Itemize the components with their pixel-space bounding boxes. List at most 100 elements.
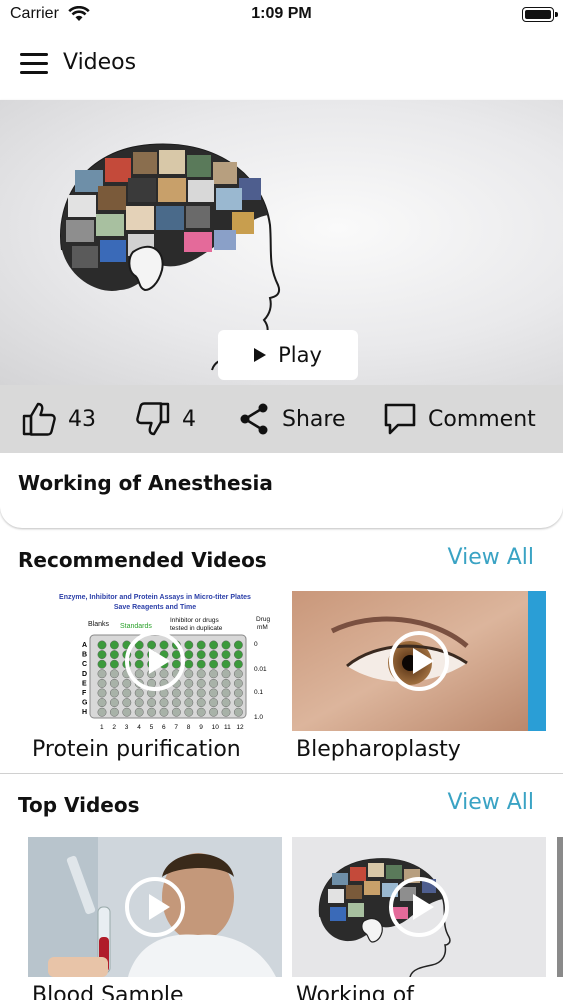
video-card-title: Blood Sample <box>32 983 184 1000</box>
plate-row-label: D <box>82 671 87 678</box>
svg-text:Inhibitor or drugs: Inhibitor or drugs <box>170 617 220 624</box>
video-card-blepharoplasty[interactable]: Blepharoplasty <box>292 591 546 762</box>
plate-well <box>109 698 119 708</box>
plate-well <box>159 707 169 717</box>
video-thumbnail: Enzyme, Inhibitor and Protein Assays in … <box>28 591 282 731</box>
plate-well <box>209 678 219 688</box>
plate-well <box>184 650 194 660</box>
plate-well <box>196 698 206 708</box>
plate-well <box>233 698 243 708</box>
plate-well <box>134 707 144 717</box>
plate-well <box>196 707 206 717</box>
comment-icon <box>384 403 416 435</box>
plate-row-label: G <box>82 700 88 707</box>
like-button[interactable]: 43 <box>22 385 96 453</box>
page-title: Videos <box>63 50 137 75</box>
plate-well <box>209 688 219 698</box>
plate-well <box>233 688 243 698</box>
video-card-title: Protein purification <box>32 737 241 762</box>
plate-well <box>97 659 107 669</box>
plate-well <box>184 669 194 679</box>
plate-row-label: A <box>82 642 87 649</box>
plate-well <box>221 650 231 660</box>
top-videos-view-all-link[interactable]: View All <box>448 790 534 815</box>
play-button[interactable]: Play <box>218 330 358 380</box>
video-thumbnail <box>292 591 546 731</box>
featured-video-title: Working of Anesthesia <box>18 471 273 495</box>
plate-row-label: E <box>82 680 87 687</box>
plate-well <box>184 678 194 688</box>
plate-concentration-label: 0.1 <box>254 689 263 696</box>
hamburger-menu-icon[interactable] <box>20 53 48 75</box>
dislike-button[interactable]: 4 <box>136 385 196 453</box>
plate-well <box>184 688 194 698</box>
recommended-section-header: Recommended Videos View All <box>0 545 563 588</box>
share-button[interactable]: Share <box>238 385 346 453</box>
video-card-working-of-anesthesia[interactable]: Working of <box>292 837 546 1000</box>
featured-video-thumbnail[interactable]: Play <box>0 100 563 385</box>
plate-col-label: 5 <box>150 724 154 731</box>
plate-well <box>233 707 243 717</box>
top-videos-title: Top Videos <box>18 793 140 817</box>
plate-well <box>221 698 231 708</box>
plate-well <box>159 698 169 708</box>
featured-video-card: Play 43 4 Share Comment Working of Anest… <box>0 100 563 528</box>
recommended-title: Recommended Videos <box>18 548 267 572</box>
plate-well <box>221 640 231 650</box>
plate-well <box>97 678 107 688</box>
thumbs-up-icon <box>22 402 56 436</box>
plate-well <box>109 678 119 688</box>
video-card-title: Working of <box>296 983 414 1000</box>
video-card-title: Blepharoplasty <box>296 737 461 762</box>
plate-col-label: 7 <box>174 724 178 731</box>
svg-text:Drug: Drug <box>256 616 270 623</box>
plate-well <box>109 688 119 698</box>
plate-well <box>221 688 231 698</box>
plate-well <box>97 669 107 679</box>
plate-well <box>109 650 119 660</box>
plate-well <box>122 707 132 717</box>
share-label: Share <box>282 406 346 432</box>
plate-well <box>209 698 219 708</box>
plate-well <box>109 669 119 679</box>
play-icon <box>254 348 267 362</box>
plate-well <box>233 650 243 660</box>
plate-well <box>184 698 194 708</box>
svg-text:Blanks: Blanks <box>88 621 110 628</box>
video-card-blood-sample[interactable]: Blood Sample <box>28 837 282 1000</box>
comment-button[interactable]: Comment <box>384 385 536 453</box>
plate-col-label: 11 <box>224 724 231 731</box>
plate-well <box>147 698 157 708</box>
play-circle-icon <box>125 631 185 691</box>
plate-well <box>109 640 119 650</box>
plate-well <box>122 688 132 698</box>
plate-well <box>147 707 157 717</box>
svg-text:tested in duplicate: tested in duplicate <box>170 625 223 632</box>
plate-col-label: 4 <box>137 724 141 731</box>
video-card-protein-purification[interactable]: Enzyme, Inhibitor and Protein Assays in … <box>28 591 282 762</box>
plate-well <box>97 650 107 660</box>
plate-col-label: 3 <box>125 724 129 731</box>
plate-well <box>184 707 194 717</box>
share-icon <box>240 403 268 435</box>
plate-well <box>233 669 243 679</box>
plate-well <box>109 659 119 669</box>
plate-row-label: B <box>82 652 87 659</box>
plate-row-label: C <box>82 661 87 668</box>
plate-col-label: 2 <box>112 724 116 731</box>
plate-well <box>196 669 206 679</box>
plate-well <box>196 640 206 650</box>
video-thumbnail <box>28 837 282 977</box>
plate-well <box>233 659 243 669</box>
plate-well <box>171 707 181 717</box>
thumbs-down-icon <box>136 402 170 436</box>
svg-text:mM: mM <box>257 624 268 631</box>
plate-well <box>184 640 194 650</box>
plate-well <box>209 669 219 679</box>
plate-well <box>97 640 107 650</box>
next-card-peek[interactable] <box>557 837 563 977</box>
recommended-view-all-link[interactable]: View All <box>448 545 534 570</box>
plate-col-label: 6 <box>162 724 166 731</box>
video-action-bar: 43 4 Share Comment <box>0 385 563 453</box>
plate-row-label: F <box>82 690 87 697</box>
